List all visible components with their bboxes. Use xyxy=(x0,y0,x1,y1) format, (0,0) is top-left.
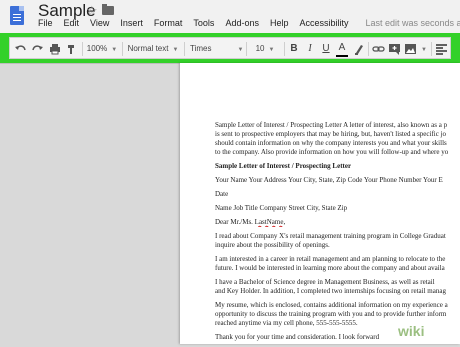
highlight-pen-icon[interactable] xyxy=(353,41,365,57)
toolbar-divider xyxy=(246,42,247,56)
chevron-down-icon: ▼ xyxy=(421,47,427,53)
toolbar-divider xyxy=(284,42,285,56)
font-select[interactable]: Times ▼ xyxy=(188,41,246,57)
paragraph: I am interested in a career in retail ma… xyxy=(215,255,460,273)
text-line: I am interested in a career in retail ma… xyxy=(215,255,445,263)
link-icon[interactable] xyxy=(372,41,385,57)
menu-addons[interactable]: Add-ons xyxy=(225,18,259,28)
watermark-prefix: wiki xyxy=(398,323,424,339)
letter-heading: Sample Letter of Interest / Prospecting … xyxy=(215,162,460,171)
paragraph-style-value: Normal text xyxy=(128,44,169,53)
comment-icon[interactable] xyxy=(388,41,401,57)
sender-address: Your Name Your Address Your City, State,… xyxy=(215,176,460,185)
spellcheck-icon[interactable] xyxy=(64,41,78,57)
text-line: I have a Bachelor of Science degree in M… xyxy=(215,278,435,286)
paragraph: I read about Company X's retail manageme… xyxy=(215,232,460,250)
text-line: opportunity to discuss the training prog… xyxy=(215,310,446,318)
underline-button[interactable]: U xyxy=(320,41,332,57)
menu-help[interactable]: Help xyxy=(270,18,289,28)
toolbar-divider xyxy=(122,42,123,56)
toolbar-divider xyxy=(368,42,369,56)
paragraph-style-select[interactable]: Normal text▼ xyxy=(126,41,180,57)
misspelled-word: LastName, xyxy=(255,218,286,226)
menu-edit[interactable]: Edit xyxy=(64,18,80,28)
last-edit-status[interactable]: Last edit was seconds ago xyxy=(366,18,460,28)
menu-file[interactable]: File xyxy=(38,18,53,28)
align-left-icon[interactable] xyxy=(435,41,448,57)
bold-button[interactable]: B xyxy=(288,41,300,57)
chevron-down-icon: ▼ xyxy=(111,47,117,53)
title-bar: Sample ☆ FileEditViewInsertFormatToolsAd… xyxy=(0,0,460,36)
text-line: inquire about the possibility of opening… xyxy=(215,241,330,249)
paragraph: I have a Bachelor of Science degree in M… xyxy=(215,278,460,296)
letter-date: Date xyxy=(215,190,460,199)
italic-button[interactable]: I xyxy=(304,41,316,57)
toolbar-divider xyxy=(184,42,185,56)
toolbar-highlight: 100%▼ Normal text▼ Times▼ 10▼ B I U A xyxy=(0,33,460,63)
chevron-down-icon: ▼ xyxy=(172,47,178,53)
undo-icon[interactable] xyxy=(14,41,28,57)
print-icon[interactable] xyxy=(48,41,62,57)
font-size-select[interactable]: 10▼ xyxy=(250,41,280,57)
star-icon[interactable]: ☆ xyxy=(86,3,98,19)
toolbar: 100%▼ Normal text▼ Times▼ 10▼ B I U A xyxy=(9,37,451,59)
redo-icon[interactable] xyxy=(30,41,44,57)
menu-bar: File Edit View Insert Format Tools Add-ons Help… xyxy=(38,18,460,30)
document-page[interactable]: Sample Letter of Interest / Prospecting … xyxy=(180,63,460,344)
chevron-down-icon: ▼ xyxy=(268,47,274,53)
text-line: Thank you for your time and consideratio… xyxy=(215,333,379,341)
salutation-text: Dear Mr./Ms. xyxy=(215,218,255,226)
watermark-suffix: How xyxy=(424,323,454,339)
menu-format[interactable]: Format xyxy=(154,18,183,28)
menu-insert[interactable]: Insert xyxy=(120,18,143,28)
font-size-value: 10 xyxy=(256,44,265,53)
text-line: is sent to prospective employers that ma… xyxy=(215,130,446,138)
recipient-address: Name Job Title Company Street City, Stat… xyxy=(215,204,460,213)
text-line: Sample Letter of Interest / Prospecting … xyxy=(215,121,447,129)
text-line: should contain information on why the co… xyxy=(215,139,447,147)
salutation: Dear Mr./Ms. LastName, xyxy=(215,218,460,227)
toolbar-divider xyxy=(82,42,83,56)
more-icon[interactable]: ▼ xyxy=(420,41,428,57)
insert-image-icon[interactable] xyxy=(404,41,417,57)
text-line: I read about Company X's retail manageme… xyxy=(215,232,446,240)
chevron-down-icon: ▼ xyxy=(237,47,243,53)
menu-accessibility[interactable]: Accessibility xyxy=(299,18,348,28)
folder-icon[interactable] xyxy=(102,6,114,15)
wikihow-watermark: wikiHow xyxy=(398,323,454,339)
zoom-value: 100% xyxy=(87,44,107,53)
document-body[interactable]: Sample Letter of Interest / Prospecting … xyxy=(215,121,460,347)
text-color-button[interactable]: A xyxy=(336,41,348,57)
docs-logo-icon[interactable] xyxy=(10,6,24,25)
toolbar-divider xyxy=(431,42,432,56)
font-value: Times xyxy=(190,44,211,53)
text-line: and Key Holder. In addition, I completed… xyxy=(215,287,446,295)
paragraph: Sample Letter of Interest / Prospecting … xyxy=(215,121,460,157)
text-line: reached anytime via my cell phone, 555-5… xyxy=(215,319,358,327)
text-line: to the company. Also provide information… xyxy=(215,148,448,156)
text-line: future. I would be interested in learnin… xyxy=(215,264,445,272)
menu-view[interactable]: View xyxy=(90,18,109,28)
menu-tools[interactable]: Tools xyxy=(193,18,214,28)
text-line: My resume, which is enclosed, contains a… xyxy=(215,301,448,309)
zoom-select[interactable]: 100% ▼ xyxy=(86,41,118,57)
